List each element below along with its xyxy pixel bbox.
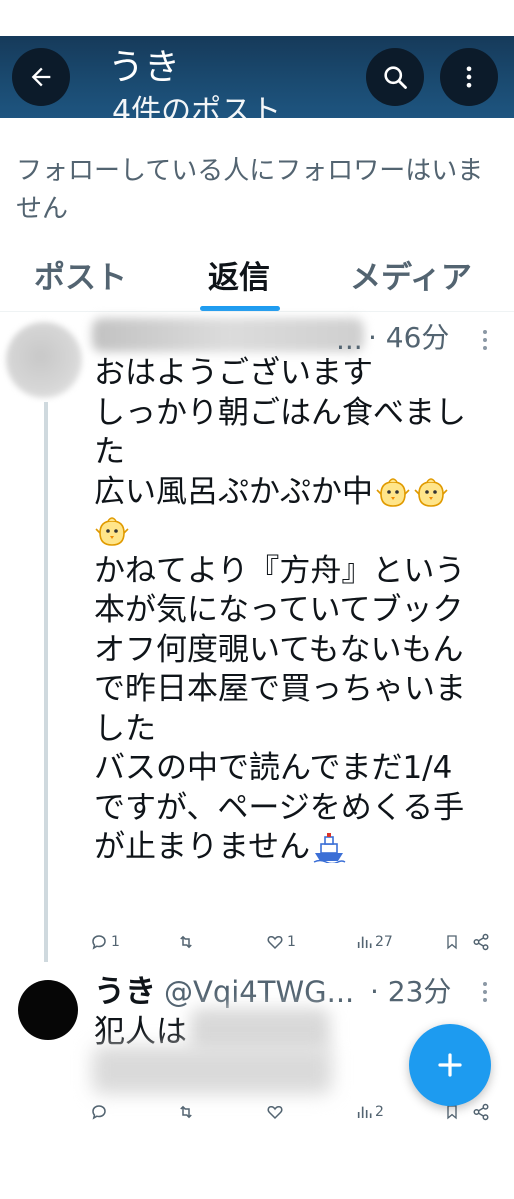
repost-icon xyxy=(180,1105,192,1119)
redacted-text xyxy=(92,1046,332,1094)
like-button[interactable] xyxy=(266,1100,287,1124)
search-icon xyxy=(384,66,407,89)
followers-you-know-note: フォローしている人にフォロワーはいません xyxy=(16,156,484,224)
repost-button[interactable] xyxy=(176,1100,199,1124)
post-more-icon[interactable] xyxy=(482,982,488,1006)
repost-icon xyxy=(180,935,192,949)
avatar[interactable] xyxy=(18,980,78,1040)
post-text-line: バスの中で読んでまだ1/4 xyxy=(94,750,453,786)
arrow-left-icon xyxy=(31,67,51,87)
author-name-truncation: ... xyxy=(336,323,363,356)
like-count: 1 xyxy=(287,934,296,950)
author-name-redacted[interactable] xyxy=(92,318,364,352)
post-text-line-with-emoji: が止まりません xyxy=(94,828,494,868)
thread-connector-line xyxy=(44,402,48,962)
back-button[interactable] xyxy=(12,48,70,106)
status-bar xyxy=(0,0,514,36)
author-handle[interactable]: @Vqi4TWG... xyxy=(164,972,354,1012)
avatar[interactable] xyxy=(6,322,82,398)
view-count: 27 xyxy=(375,934,393,950)
reply-icon xyxy=(92,1105,106,1120)
post-text: おはようございます しっかり朝ごはん食べまし た 広い風呂ぷかぷか中 かねてより… xyxy=(94,354,494,868)
bar-chart-icon xyxy=(357,1106,372,1118)
profile-tabs: ポスト 返信 メディア xyxy=(0,250,514,312)
reply-button[interactable] xyxy=(90,1100,111,1124)
reply-button[interactable]: 1 xyxy=(90,930,120,954)
chick-icon xyxy=(414,477,448,507)
share-icon xyxy=(473,933,489,951)
post-text-line: た xyxy=(94,434,125,470)
post-actions: 1 1 27 xyxy=(90,930,500,954)
post-text-line: かねてより『方舟』という xyxy=(94,552,466,589)
post-text-line: 本が気になっていてブック xyxy=(94,592,464,628)
post-text-line: 広い風呂ぷかぷか中 xyxy=(94,473,373,510)
ship-icon xyxy=(313,833,346,863)
chick-icon xyxy=(376,477,410,507)
post-text-line: で昨日本屋で買っちゃいま xyxy=(94,671,466,707)
chick-icon xyxy=(95,517,129,546)
reply-icon xyxy=(92,935,106,950)
view-count: 2 xyxy=(375,1104,384,1120)
header-post-count: 4件のポスト xyxy=(112,94,282,118)
heart-icon xyxy=(267,935,283,950)
tab-replies[interactable]: 返信 xyxy=(208,256,270,300)
post-text-line-with-emoji: 広い風呂ぷかぷか中 xyxy=(94,473,494,513)
compose-post-button[interactable] xyxy=(409,1024,491,1106)
repost-button[interactable] xyxy=(176,930,199,954)
post-time[interactable]: · 23分 xyxy=(370,974,451,1010)
header-title: うき xyxy=(108,47,181,88)
heart-icon xyxy=(267,1105,283,1120)
active-tab-indicator xyxy=(200,306,280,311)
tab-posts[interactable]: ポスト xyxy=(34,256,127,300)
profile-header: うき 4件のポスト xyxy=(0,36,514,118)
bookmark-button[interactable] xyxy=(444,930,460,954)
post-text-line: した xyxy=(94,710,156,747)
post-text-line: しっかり朝ごはん食べまし xyxy=(94,394,466,431)
more-vertical-icon xyxy=(466,66,472,88)
post-text-line: ですが、ページをめくる手 xyxy=(94,789,465,826)
reply-count: 1 xyxy=(111,934,120,950)
tab-media[interactable]: メディア xyxy=(350,256,472,300)
views-button[interactable]: 2 xyxy=(356,1100,384,1124)
post-text-line-with-emoji xyxy=(94,512,494,552)
plus-icon xyxy=(438,1053,462,1077)
search-button[interactable] xyxy=(366,48,424,106)
post-text-line: オフ何度覗いてもないもん xyxy=(94,631,464,668)
post-time[interactable]: · 46分 xyxy=(368,320,449,356)
like-button[interactable]: 1 xyxy=(266,930,296,954)
bar-chart-icon xyxy=(357,936,372,948)
more-options-button[interactable] xyxy=(440,48,498,106)
share-icon xyxy=(473,1103,489,1121)
post-text-line: が止まりません xyxy=(94,829,311,865)
share-button[interactable] xyxy=(472,1100,490,1124)
bookmark-icon xyxy=(447,935,457,950)
post-text-line: おはようございます xyxy=(94,355,373,391)
views-button[interactable]: 27 xyxy=(356,930,393,954)
post-more-icon[interactable] xyxy=(482,330,488,354)
share-button[interactable] xyxy=(472,930,490,954)
author-name[interactable]: うき xyxy=(94,972,156,1012)
